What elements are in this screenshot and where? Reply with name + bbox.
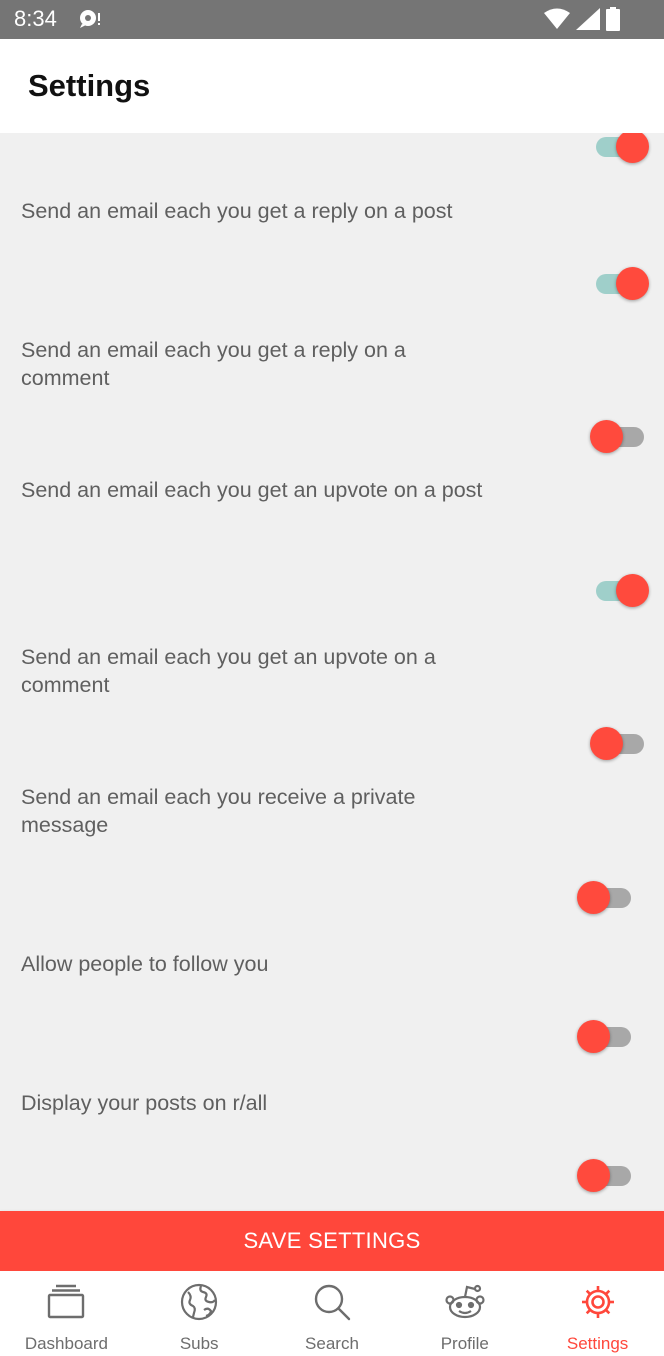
- battery-icon: [606, 7, 620, 31]
- nav-item-settings[interactable]: Settings: [531, 1271, 664, 1356]
- setting-label: Send an email each you get an upvote on …: [21, 478, 483, 502]
- setting-toggle-1[interactable]: [590, 263, 650, 303]
- setting-label: Send an email each you receive a private…: [21, 785, 416, 837]
- bottom-nav: Dashboard Subs Search Profile Settings: [0, 1271, 664, 1356]
- signal-icon: [576, 8, 600, 30]
- setting-label: Display your posts on r/all: [21, 1091, 268, 1115]
- page-title: Settings: [28, 68, 151, 103]
- nav-label: Profile: [440, 1334, 489, 1353]
- status-time: 8:34: [14, 6, 57, 31]
- gear-icon: [578, 1283, 618, 1321]
- status-bar: 8:34: [0, 0, 664, 39]
- setting-toggle-7[interactable]: [577, 1155, 637, 1195]
- reddit-alien-icon: [445, 1283, 485, 1321]
- setting-label: Send an email each you get a reply on a …: [21, 338, 406, 390]
- nav-item-search[interactable]: Search: [266, 1271, 399, 1356]
- setting-label: Send an email each you get an upvote on …: [21, 645, 436, 697]
- nav-label: Settings: [566, 1334, 629, 1353]
- app-bar: Settings: [0, 39, 664, 133]
- setting-toggle-6[interactable]: [577, 1016, 637, 1056]
- setting-toggle-3[interactable]: [590, 570, 650, 610]
- setting-toggle-4[interactable]: [590, 723, 650, 763]
- nav-item-dashboard[interactable]: Dashboard: [0, 1271, 133, 1356]
- setting-label: Send an email each you get a reply on a …: [21, 199, 453, 223]
- dashboard-icon: [46, 1283, 86, 1321]
- nav-label: Search: [305, 1334, 359, 1353]
- setting-toggle-2[interactable]: [590, 416, 650, 456]
- setting-toggle-0[interactable]: [590, 133, 650, 166]
- settings-list[interactable]: Send an email each you get a reply on a …: [0, 133, 664, 1211]
- save-settings-button[interactable]: SAVE SETTINGS: [0, 1211, 664, 1271]
- nav-label: Subs: [179, 1334, 219, 1353]
- chat-notification-icon: [78, 8, 102, 30]
- nav-label: Dashboard: [24, 1334, 108, 1353]
- globe-icon: [179, 1283, 219, 1321]
- wifi-icon: [544, 8, 570, 30]
- setting-toggle-5[interactable]: [577, 877, 637, 917]
- nav-item-profile[interactable]: Profile: [398, 1271, 531, 1356]
- search-icon: [312, 1283, 352, 1321]
- setting-label: Allow people to follow you: [21, 952, 269, 976]
- nav-item-subs[interactable]: Subs: [133, 1271, 266, 1356]
